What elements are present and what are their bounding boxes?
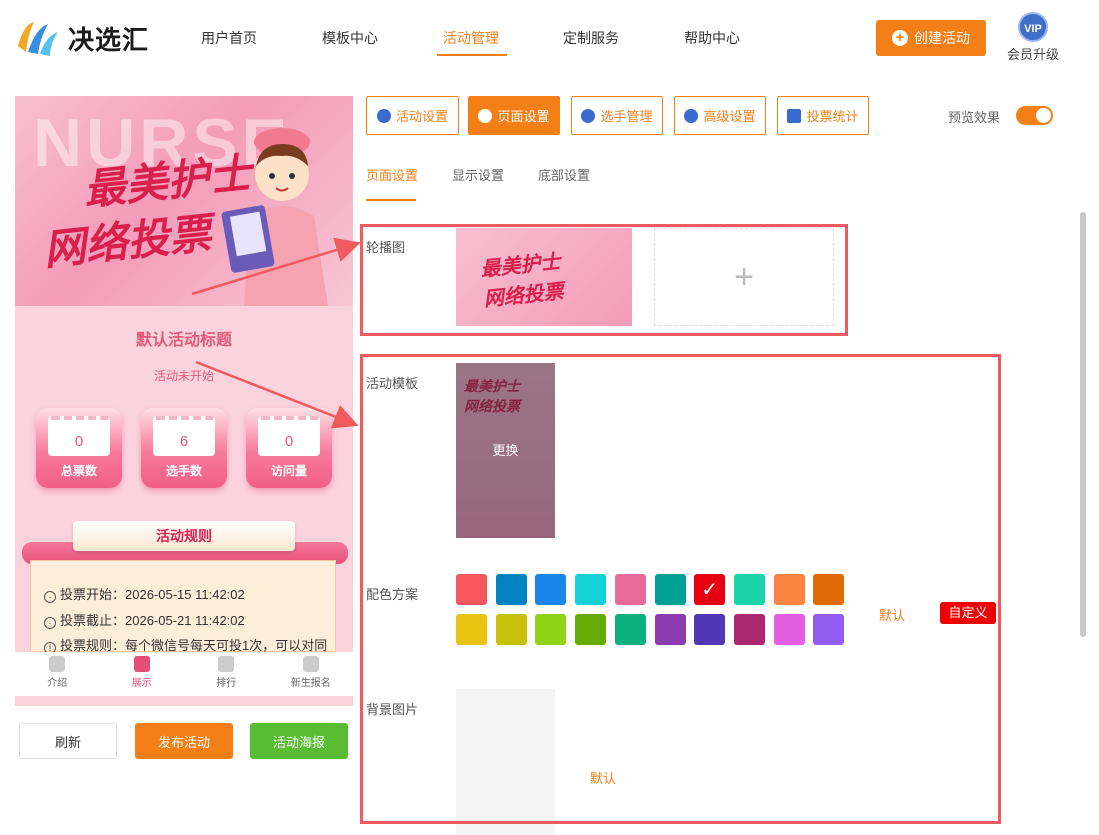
color-swatch[interactable] xyxy=(654,614,686,645)
stat-contestants: 6 选手数 xyxy=(141,408,227,488)
tab-ranking[interactable]: 排行 xyxy=(184,652,269,696)
nav-home[interactable]: 用户首页 xyxy=(201,28,257,48)
plus-icon: + xyxy=(892,30,908,46)
nav-active-indicator xyxy=(437,54,507,56)
subtab-display-settings[interactable]: 显示设置 xyxy=(452,165,504,184)
star-icon xyxy=(376,108,391,123)
stat-label: 选手数 xyxy=(165,464,202,478)
color-swatch[interactable] xyxy=(575,614,607,645)
logo-icon xyxy=(14,18,60,58)
color-swatch[interactable] xyxy=(535,614,567,645)
preview-tabbar: 介绍 展示 排行 新生报名 xyxy=(15,652,353,696)
color-swatch[interactable] xyxy=(495,614,527,645)
stat-visits: 0 访问量 xyxy=(246,408,332,488)
clock-icon: · xyxy=(44,591,56,603)
subtab-active-indicator xyxy=(366,199,416,201)
create-activity-label: 创建活动 xyxy=(914,30,970,46)
tab-activity-settings[interactable]: 活动设置 xyxy=(366,96,459,135)
preview-banner[interactable]: NURSE 最美护士 网络投票 xyxy=(15,96,353,306)
color-custom-button[interactable]: 自定义 xyxy=(940,602,996,624)
vip-upgrade[interactable]: VIP 会员升级 xyxy=(1004,12,1062,64)
color-swatch[interactable] xyxy=(813,614,845,645)
tab-intro[interactable]: 介绍 xyxy=(15,652,100,696)
tab-vote-stats[interactable]: 投票统计 xyxy=(777,96,869,135)
color-swatch[interactable] xyxy=(456,614,487,645)
tab-showcase[interactable]: 展示 xyxy=(100,652,185,696)
refresh-button[interactable]: 刷新 xyxy=(19,723,117,759)
subtab-footer-settings[interactable]: 底部设置 xyxy=(538,165,590,184)
nav-templates[interactable]: 模板中心 xyxy=(322,28,378,48)
rule-start: · 投票开始：2026-05-15 11:42:02 xyxy=(44,584,245,603)
gear-icon xyxy=(478,108,493,123)
poster-button[interactable]: 活动海报 xyxy=(250,723,348,759)
stat-value: 0 xyxy=(48,416,110,456)
color-swatch[interactable] xyxy=(456,574,487,605)
rules-title: 活动规则 xyxy=(73,521,295,551)
create-activity-button[interactable]: + 创建活动 xyxy=(876,20,986,56)
color-swatch[interactable] xyxy=(694,614,726,645)
sliders-icon xyxy=(684,108,699,123)
color-scheme-label: 配色方案 xyxy=(366,587,419,602)
vip-icon: VIP xyxy=(1018,12,1048,42)
carousel-add-button[interactable]: + xyxy=(654,228,834,326)
background-default-button[interactable]: 默认 xyxy=(590,768,616,787)
color-swatch[interactable] xyxy=(773,574,805,605)
nav-help[interactable]: 帮助中心 xyxy=(684,28,740,48)
tab-advanced-settings[interactable]: 高级设置 xyxy=(674,96,766,135)
preview-effect-label: 预览效果 xyxy=(948,110,1001,125)
bar-chart-icon xyxy=(787,108,802,123)
background-label: 背景图片 xyxy=(366,702,419,717)
user-icon xyxy=(49,656,66,672)
gift-icon xyxy=(133,656,150,672)
stat-value: 6 xyxy=(153,416,215,456)
template-change-button[interactable]: 更换 xyxy=(456,440,555,459)
publish-button[interactable]: 发布活动 xyxy=(135,723,233,759)
clock-icon: · xyxy=(44,617,56,629)
color-swatch[interactable] xyxy=(614,574,646,605)
color-swatch[interactable] xyxy=(575,574,607,605)
rule-end: · 投票截止：2026-05-21 11:42:02 xyxy=(44,610,245,629)
tab-signup[interactable]: 新生报名 xyxy=(269,652,354,696)
nurse-illustration xyxy=(221,128,328,306)
nav-activity-manage[interactable]: 活动管理 xyxy=(443,28,499,48)
vip-label: 会员升级 xyxy=(1006,47,1059,62)
stat-value: 0 xyxy=(258,416,320,456)
brand-name: 决选汇 xyxy=(68,24,150,55)
color-swatch[interactable] xyxy=(654,574,686,605)
stat-label: 总票数 xyxy=(60,464,97,478)
carousel-thumb-text: 最美护士 网络投票 xyxy=(479,248,565,312)
template-label: 活动模板 xyxy=(366,376,419,391)
background-image-slot[interactable] xyxy=(456,689,555,835)
nav-custom-service[interactable]: 定制服务 xyxy=(563,28,619,48)
carousel-label: 轮播图 xyxy=(366,240,406,255)
color-swatch[interactable] xyxy=(535,574,567,605)
color-swatch[interactable] xyxy=(733,574,765,605)
activity-status: 活动未开始 xyxy=(153,369,214,383)
brand-logo[interactable]: 决选汇 xyxy=(14,16,164,60)
toggle-knob xyxy=(1036,108,1051,123)
subtab-page-settings[interactable]: 页面设置 xyxy=(366,165,418,184)
tab-contestant-manage[interactable]: 选手管理 xyxy=(571,96,663,135)
banner-title-line2: 网络投票 xyxy=(41,208,214,275)
activity-title: 默认活动标题 xyxy=(135,332,232,349)
color-swatch[interactable] xyxy=(614,614,646,645)
color-default-button[interactable]: 默认 xyxy=(879,605,905,624)
color-swatch[interactable] xyxy=(733,614,765,645)
settings-scrollbar[interactable] xyxy=(1080,212,1086,637)
carousel-image[interactable]: 最美护士 网络投票 xyxy=(456,228,632,326)
color-swatch[interactable] xyxy=(813,574,845,605)
signup-icon xyxy=(302,656,319,672)
stat-label: 访问量 xyxy=(270,464,307,478)
color-swatch[interactable] xyxy=(773,614,805,645)
color-swatch[interactable] xyxy=(495,574,527,605)
tab-page-settings[interactable]: 页面设置 xyxy=(468,96,560,135)
preview-effect-toggle[interactable] xyxy=(1016,106,1053,125)
color-swatch-selected[interactable]: ✓ xyxy=(694,574,726,605)
stat-total-votes: 0 总票数 xyxy=(36,408,122,488)
users-icon xyxy=(581,108,596,123)
heart-icon xyxy=(218,656,235,672)
